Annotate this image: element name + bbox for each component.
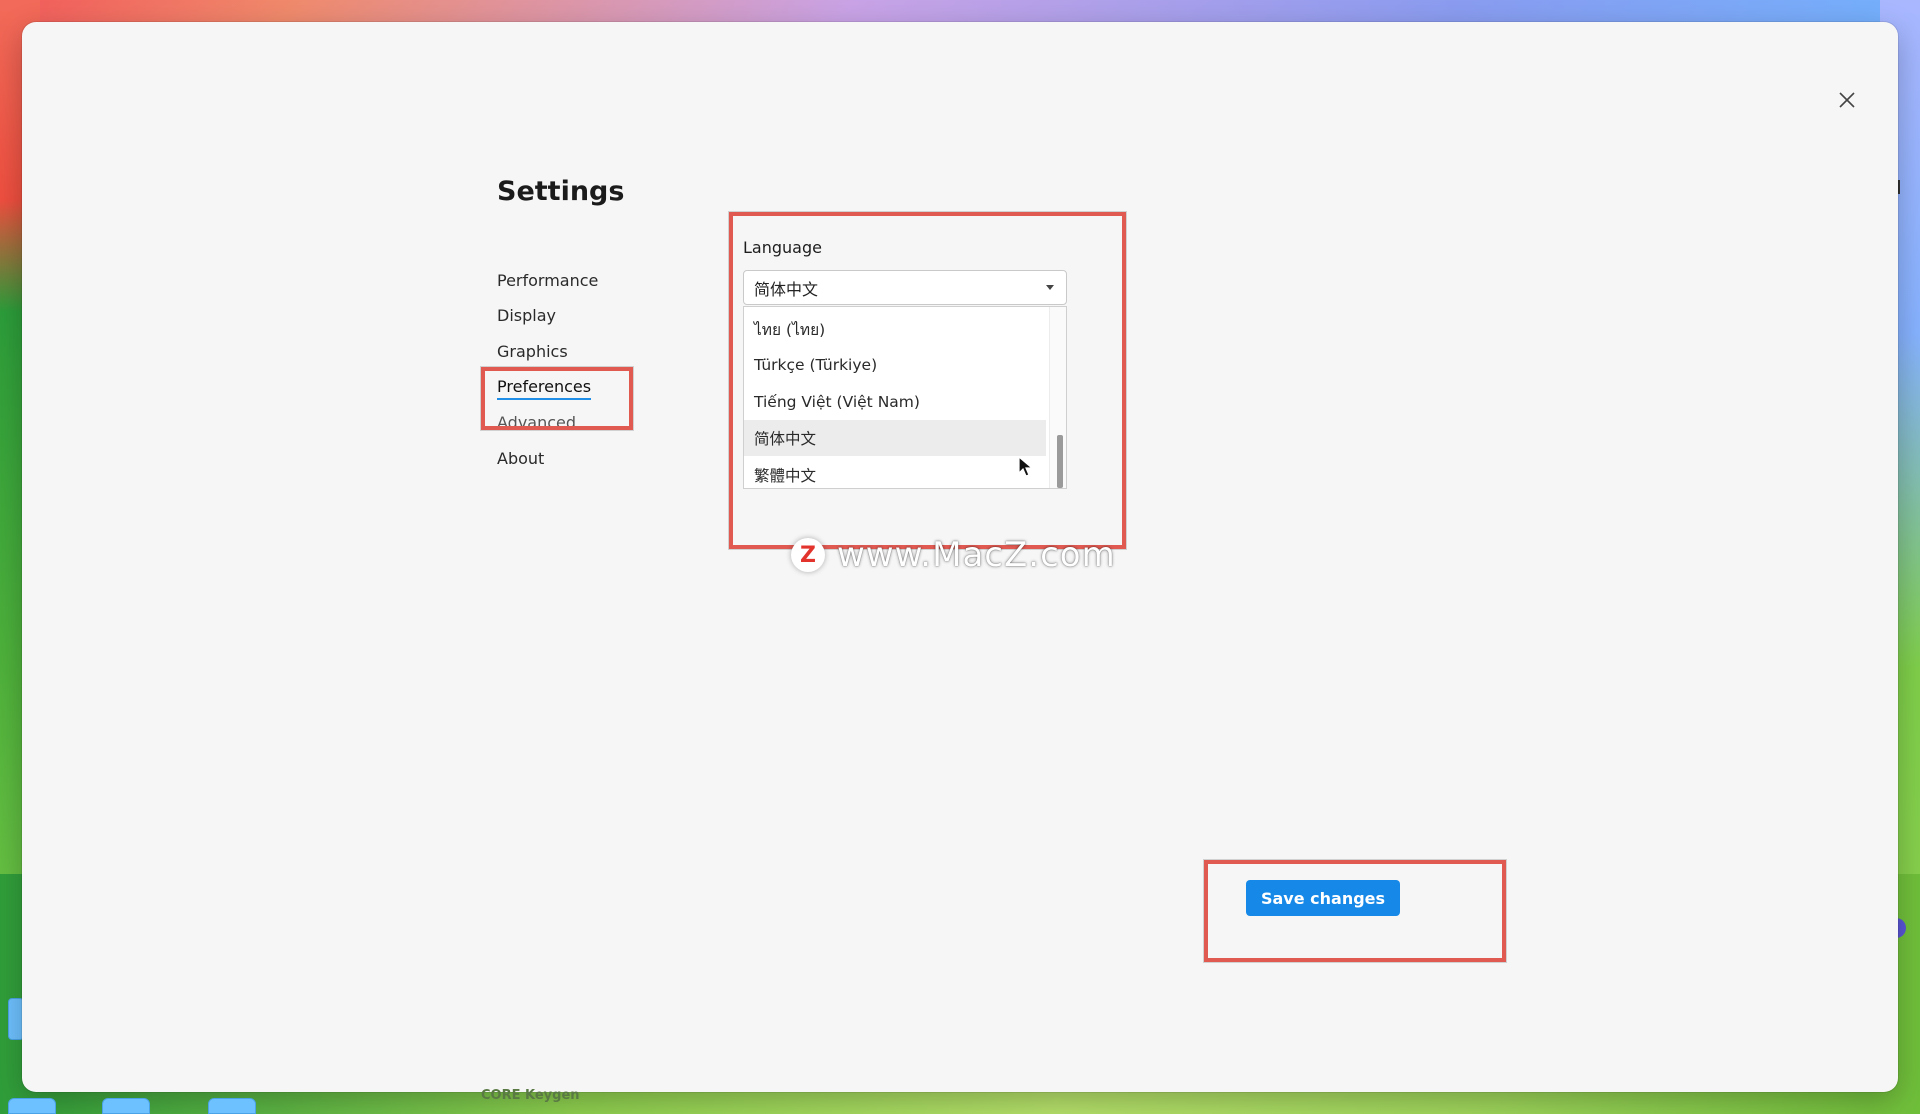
watermark-logo: Z [791,538,825,572]
edge-marker [1898,180,1900,194]
close-button[interactable] [1829,82,1865,118]
highlight-box-save [1204,860,1506,962]
sidebar-item-performance[interactable]: Performance [497,271,598,290]
highlight-box-preferences [481,367,633,430]
watermark-text: www.MacZ.com [837,535,1116,575]
sidebar-item-about[interactable]: About [497,449,544,468]
page-title: Settings [497,176,625,207]
close-icon [1839,92,1855,108]
highlight-box-language [729,212,1126,549]
watermark: Z www.MacZ.com [791,535,1116,575]
dock-item-label: CORE Keygen [481,1088,580,1103]
dock-item[interactable] [102,1098,150,1114]
dock-item[interactable] [208,1098,256,1114]
sidebar-item-graphics[interactable]: Graphics [497,342,568,361]
sidebar-item-display[interactable]: Display [497,306,556,325]
dock-item[interactable] [8,1098,56,1114]
